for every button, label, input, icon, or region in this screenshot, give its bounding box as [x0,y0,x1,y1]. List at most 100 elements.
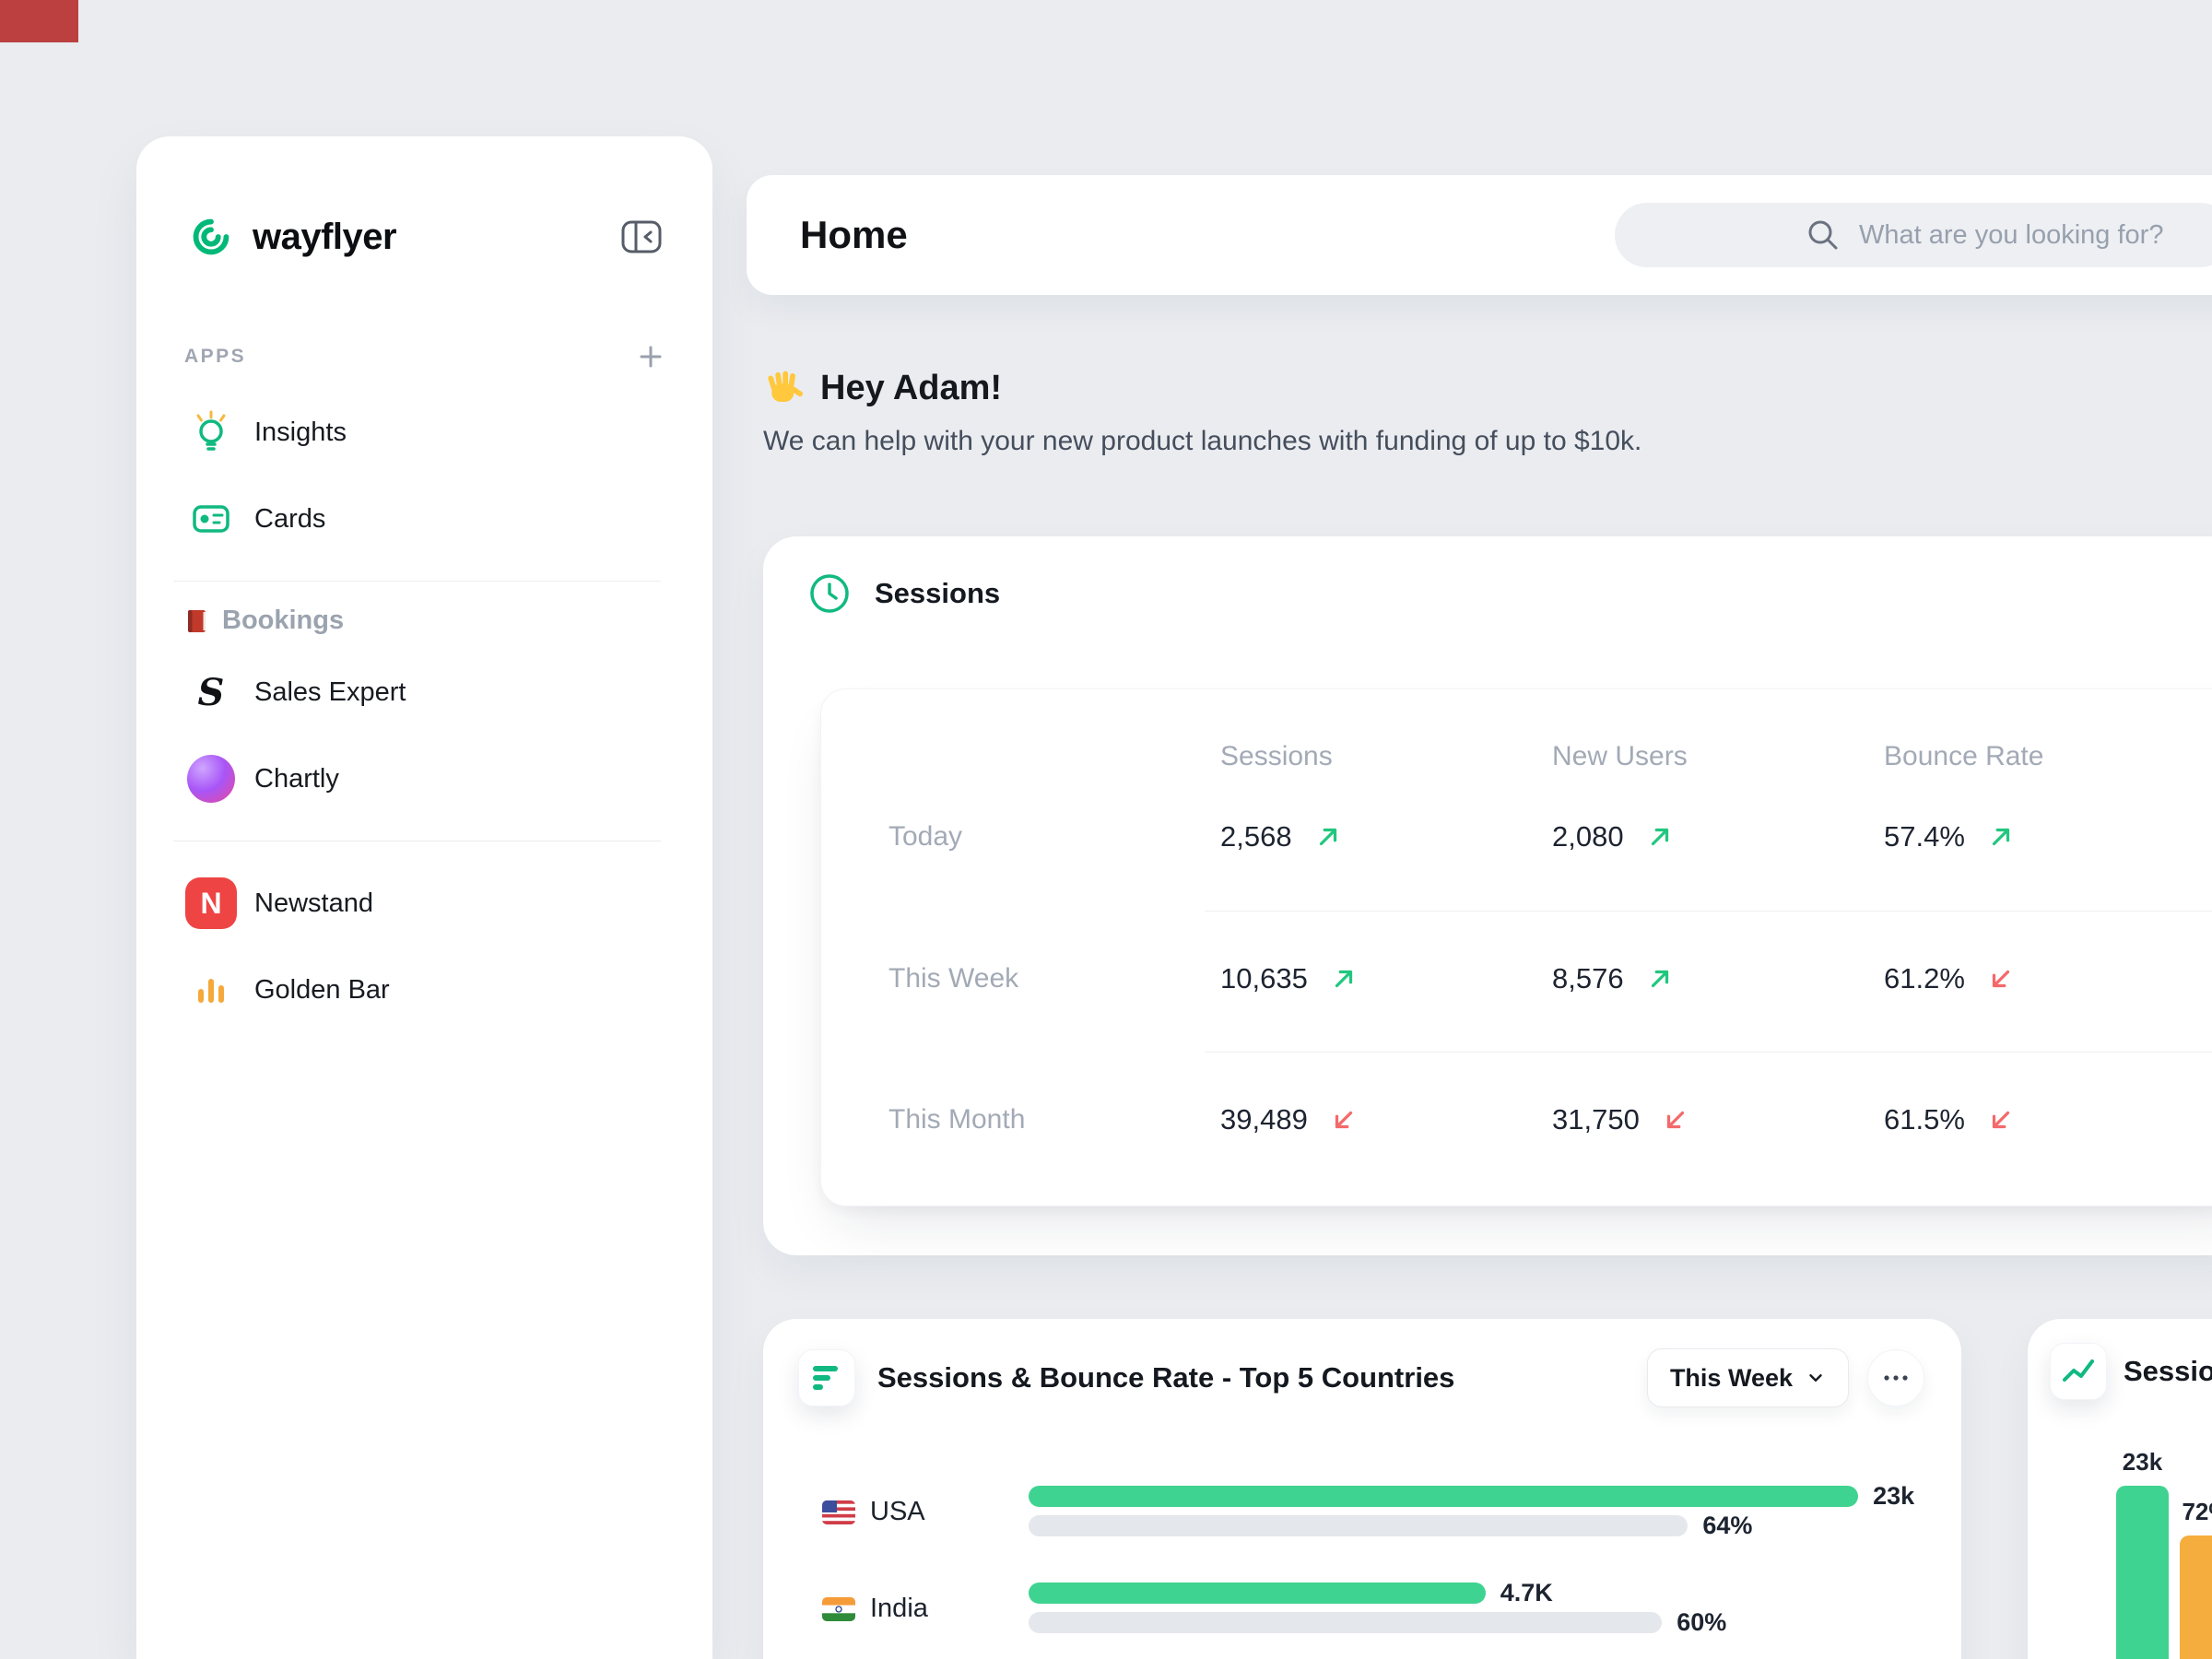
row-label: This Week [888,963,1220,994]
period-selector[interactable]: This Week [1647,1348,1849,1407]
row-label: Today [888,821,1220,853]
sessions-card: Sessions Sessions New Users Bounce Rate … [763,536,2212,1255]
sales-expert-logo-icon: S [184,665,238,719]
sessions-card-title: Sessions [875,577,1000,610]
country-label: USA [870,1497,925,1527]
table-row-today: Today 2,568 2,080 57.4% [888,772,2212,901]
waving-hand-icon [763,367,806,409]
metric-value: 61.2% [1884,962,1965,995]
trend-arrow-icon [1646,965,1674,993]
row-label: This Month [888,1104,1220,1135]
sidebar-item-insights[interactable]: Insights [184,394,665,470]
search-bar[interactable] [1615,203,2212,267]
ellipsis-icon [1882,1373,1910,1382]
sidebar-item-golden-bar[interactable]: Golden Bar [184,952,665,1028]
card-icon [184,492,238,546]
bar-value-label: 23k [2123,1448,2162,1477]
trend-arrow-icon [1662,1106,1689,1134]
sidebar-item-label: Sales Expert [254,677,406,708]
sidebar: wayflyer APPS [136,136,712,1659]
chartly-logo-icon [184,752,238,806]
sidebar-item-label: Newstand [254,888,373,919]
sidebar-item-label: Golden Bar [254,975,390,1006]
sidebar-item-label: Cards [254,504,325,535]
red-book-icon [184,608,210,634]
brand-logo: wayflyer [184,210,396,264]
column-header-bounce-rate: Bounce Rate [1884,741,2212,772]
top-header: Home [747,175,2212,295]
sidebar-divider [173,581,661,582]
bookings-section-label: Bookings [222,606,344,636]
table-row-this-week: This Week 10,635 8,576 61.2% [888,914,2212,1043]
period-selector-label: This Week [1670,1364,1793,1393]
bounce-rate-bar [1029,1515,1688,1536]
plus-icon [637,343,665,371]
trend-arrow-icon [1987,1106,2015,1134]
countries-card-title: Sessions & Bounce Rate - Top 5 Countries [877,1361,1454,1394]
greeting-title: Hey Adam! [820,369,1002,408]
metric-cell: 61.2% [1884,962,2212,995]
sidebar-item-label: Insights [254,418,347,448]
trend-arrow-icon [1987,823,2015,851]
sidebar-item-chartly[interactable]: Chartly [184,741,665,817]
clock-icon [807,571,852,616]
greeting-subtitle: We can help with your new product launch… [763,426,1641,457]
sessions-bar [1029,1486,1858,1507]
trend-arrow-icon [1330,1106,1358,1134]
wayflyer-logo-icon [184,210,238,264]
metric-cell: 8,576 [1552,962,1884,995]
lightbulb-icon [184,406,238,459]
row-divider [1205,911,2212,912]
golden-bar-logo-icon [184,963,238,1017]
vertical-bar [2180,1535,2212,1659]
window-corner-accent [0,0,78,42]
usa-flag-icon [822,1500,855,1524]
table-row-this-month: This Month 39,489 31,750 61.5% [888,1055,2212,1184]
sidebar-item-newstand[interactable]: N Newstand [184,865,665,941]
metric-value: 61.5% [1884,1103,1965,1136]
metric-value: 8,576 [1552,962,1624,995]
more-options-button[interactable] [1867,1349,1924,1406]
metric-cell: 31,750 [1552,1103,1884,1136]
sessions-bar-value: 23k [1873,1482,1914,1511]
metric-value: 31,750 [1552,1103,1640,1136]
india-flag-icon [822,1597,855,1621]
metric-value: 57.4% [1884,820,1965,853]
sidebar-item-cards[interactable]: Cards [184,481,665,557]
bar-chart-icon [798,1349,855,1406]
add-app-button[interactable] [637,343,665,371]
sessions-bar [1029,1583,1486,1604]
newstand-logo-icon: N [184,877,238,930]
trend-arrow-icon [1646,823,1674,851]
sessions-table: Sessions New Users Bounce Rate Today 2,5… [820,688,2212,1206]
bounce-rate-value: 64% [1702,1512,1752,1540]
greeting-block: Hey Adam! We can help with your new prod… [763,367,1641,457]
apps-section-label: APPS [184,346,246,368]
country-row-usa: USA 23k 64% [822,1486,1924,1536]
page-title: Home [800,213,908,257]
row-divider [1205,1052,2212,1053]
mini-bar-chart: 23k 72% [2116,1457,2212,1659]
bounce-rate-value: 60% [1677,1608,1726,1637]
metric-cell: 2,080 [1552,820,1884,853]
country-row-india: India 4.7K 60% [822,1583,1924,1633]
trend-arrow-icon [1314,823,1342,851]
metric-cell: 10,635 [1220,962,1552,995]
collapse-sidebar-button[interactable] [618,216,665,258]
chevron-down-icon [1806,1368,1826,1388]
sidebar-item-label: Chartly [254,764,339,794]
column-header-sessions: Sessions [1220,741,1552,772]
sidebar-item-sales-expert[interactable]: S Sales Expert [184,654,665,730]
mini-card-title: Sessions [2124,1355,2212,1388]
line-chart-icon [2050,1343,2107,1400]
bar-value-label: 72% [2182,1498,2212,1526]
column-header-new-users: New Users [1552,741,1884,772]
mini-sessions-card: Sessions 23k 72% [2028,1319,2212,1659]
search-icon [1804,216,1842,254]
brand-name: wayflyer [253,217,396,258]
metric-cell: 39,489 [1220,1103,1552,1136]
metric-value: 39,489 [1220,1103,1308,1136]
metric-value: 2,080 [1552,820,1624,853]
trend-arrow-icon [1987,965,2015,993]
search-input[interactable] [1859,220,2212,251]
